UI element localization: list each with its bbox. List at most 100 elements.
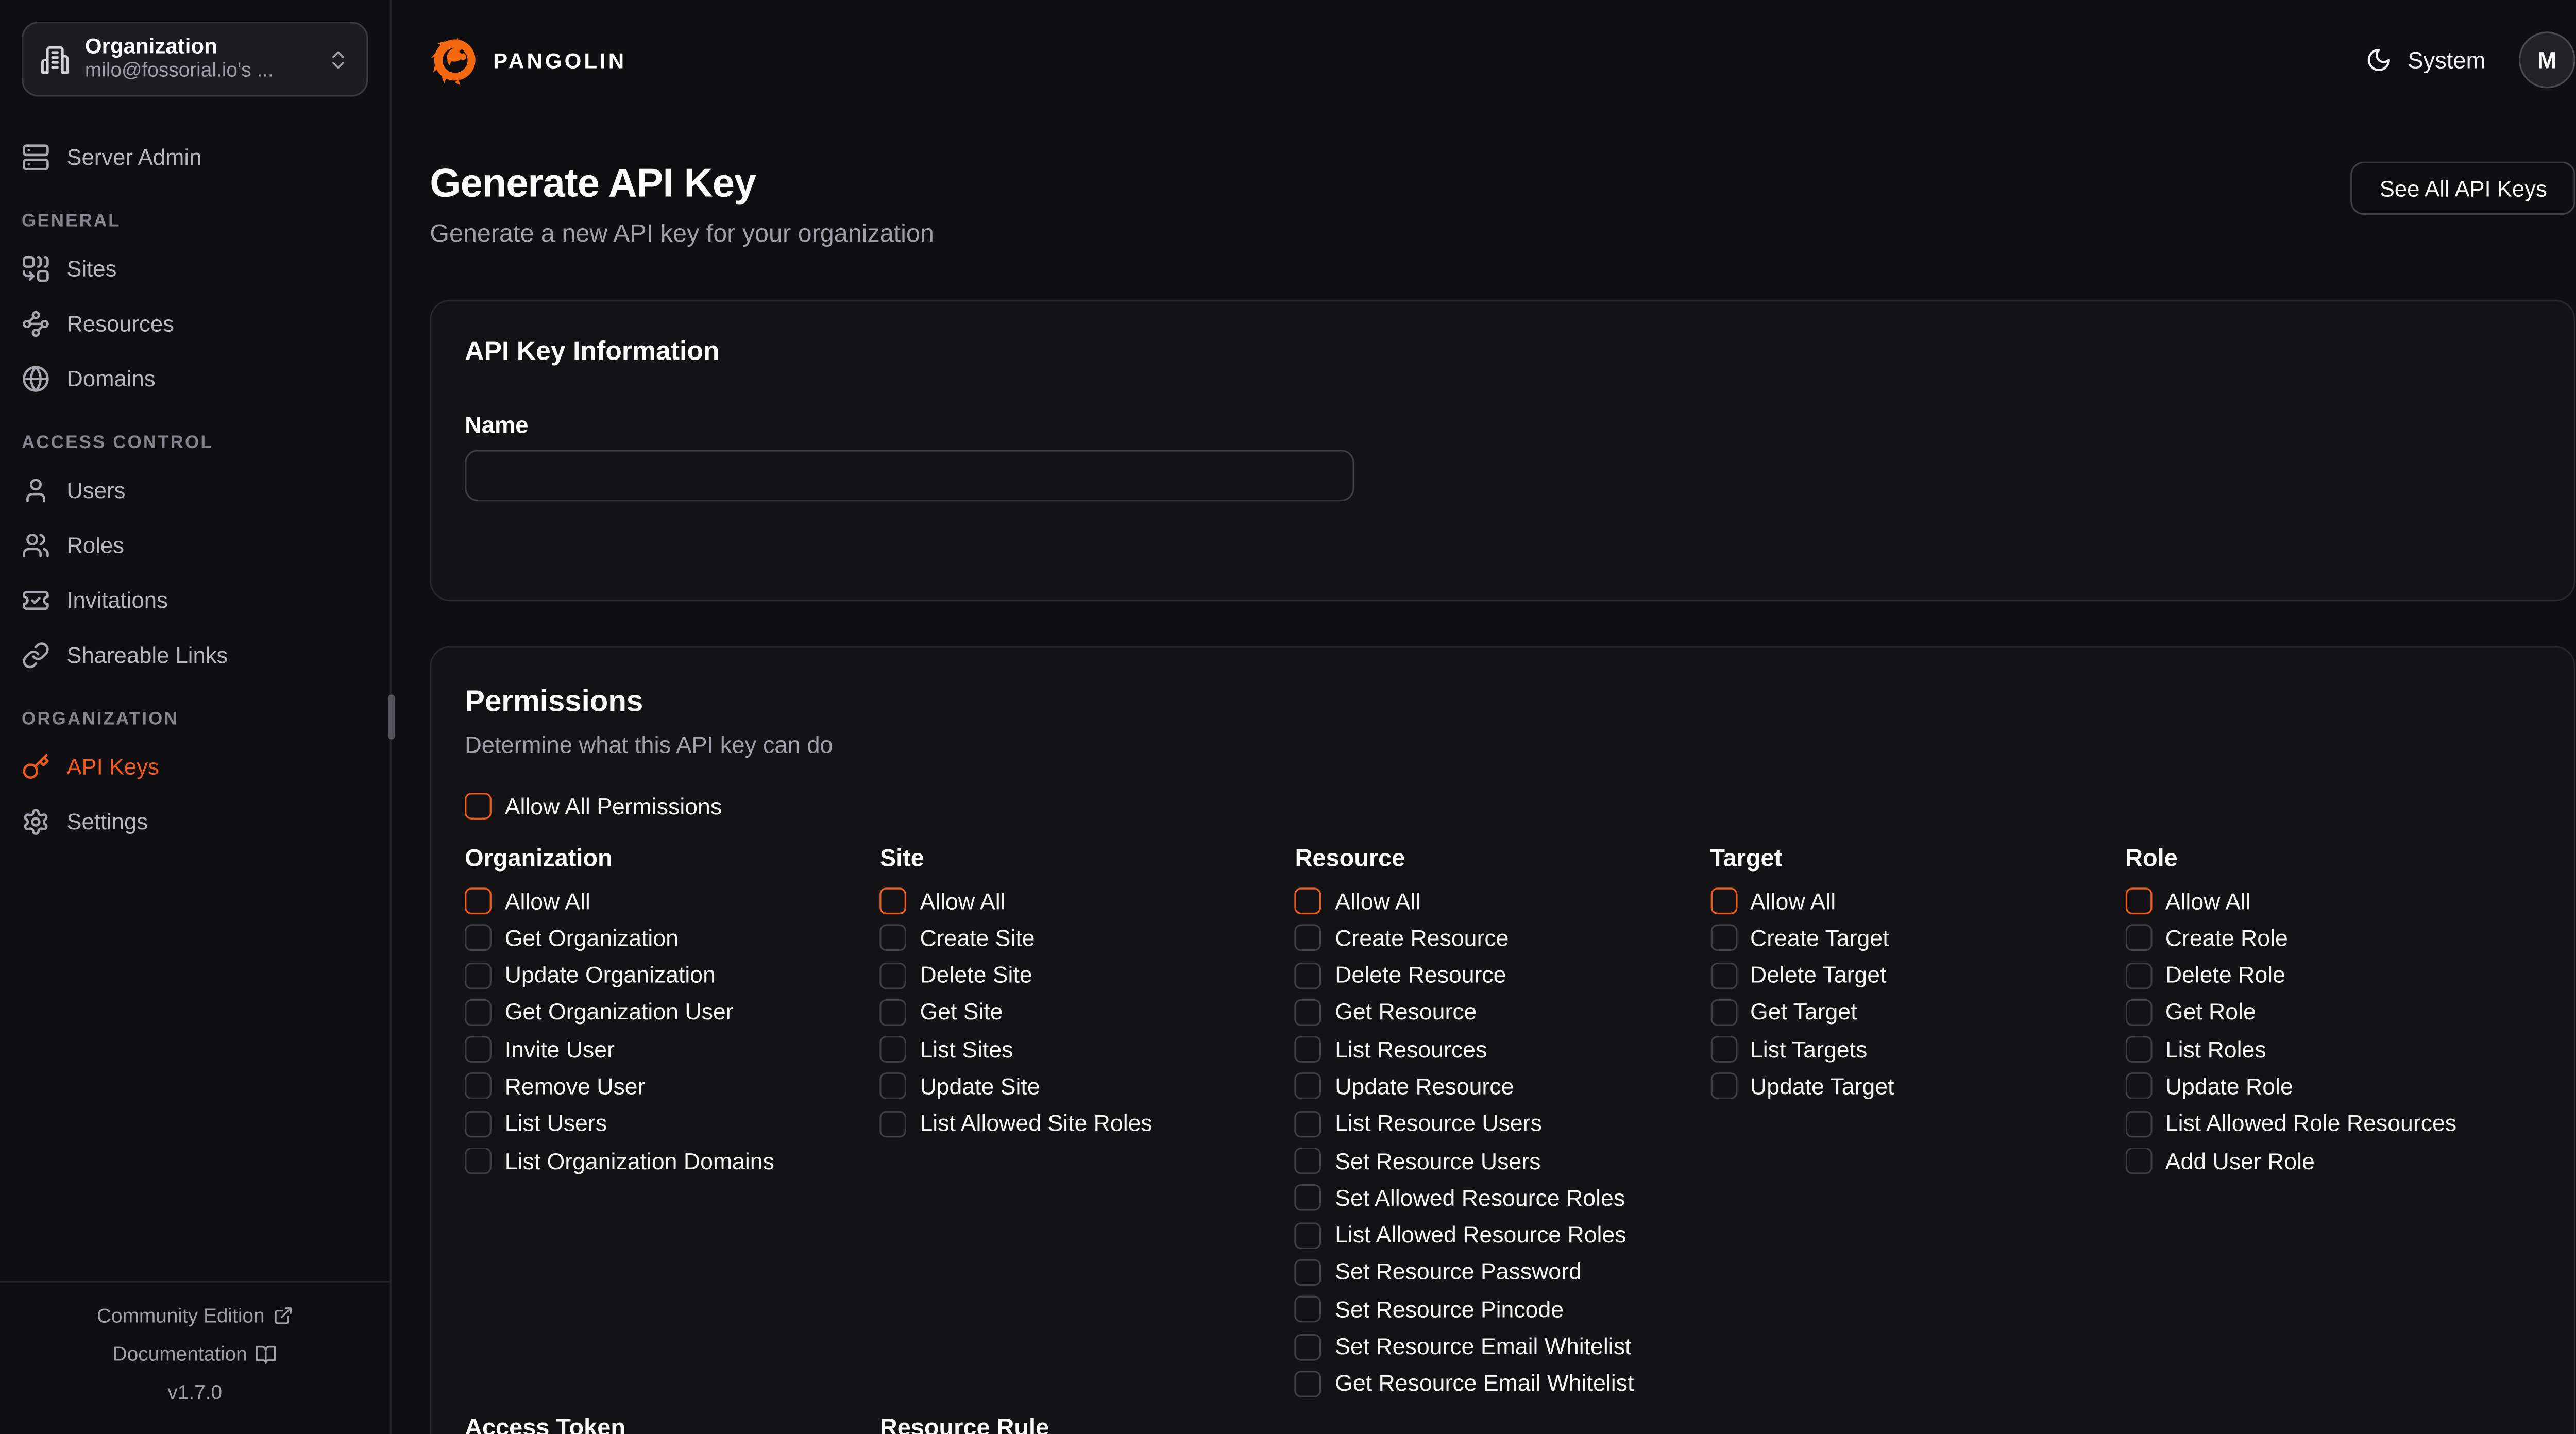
permission-label: List Allowed Role Resources (2165, 1112, 2456, 1137)
checkbox-role-update-role[interactable] (2125, 1073, 2152, 1100)
permission-group-site: SiteAllow AllCreate SiteDelete SiteGet S… (880, 848, 1295, 1408)
permission-group-organization: OrganizationAllow AllGet OrganizationUpd… (465, 848, 880, 1408)
org-selector[interactable]: Organization milo@fossorial.io's ... (22, 22, 368, 97)
checkbox-resource-set-resource-password[interactable] (1295, 1259, 1322, 1286)
checkbox-role-list-allowed-role-resources[interactable] (2125, 1111, 2152, 1137)
checkbox-organization-list-organization-domains[interactable] (465, 1148, 492, 1174)
checkbox-resource-allow-all[interactable] (1295, 887, 1322, 914)
sidebar-resize-handle[interactable] (388, 694, 395, 739)
community-edition-link[interactable]: Community Edition (0, 1303, 390, 1329)
topbar-right: System M (2366, 31, 2575, 88)
brand-name: PANGOLIN (493, 47, 626, 73)
checkbox-site-get-site[interactable] (880, 999, 907, 1026)
sidebar-item-roles[interactable]: Roles (22, 528, 368, 561)
checkbox-role-list-roles[interactable] (2125, 1036, 2152, 1063)
checkbox-resource-set-allowed-resource-roles[interactable] (1295, 1185, 1322, 1211)
org-selector-text: Organization milo@fossorial.io's ... (85, 35, 274, 83)
checkbox-site-list-allowed-site-roles[interactable] (880, 1111, 907, 1137)
checkbox-site-list-sites[interactable] (880, 1036, 907, 1063)
checkbox-organization-get-organization-user[interactable] (465, 999, 492, 1026)
sidebar-item-settings[interactable]: Settings (22, 805, 368, 838)
checkbox-resource-delete-resource[interactable] (1295, 962, 1322, 989)
api-keys-icon (22, 752, 50, 780)
permission-row-organization-list-users: List Users (465, 1111, 880, 1137)
checkbox-resource-set-resource-pincode[interactable] (1295, 1296, 1322, 1323)
documentation-label: Documentation (113, 1342, 247, 1365)
permission-row-role-allow-all: Allow All (2125, 887, 2540, 914)
checkbox-site-create-site[interactable] (880, 925, 907, 951)
permission-label: Get Site (920, 1000, 1003, 1025)
permission-row-organization-remove-user: Remove User (465, 1073, 880, 1100)
permission-label: Allow All (920, 889, 1005, 914)
allow-all-permissions-label: Allow All Permissions (505, 794, 722, 819)
permission-row-organization-get-organization: Get Organization (465, 925, 880, 951)
permission-label: Delete Target (1750, 963, 1887, 988)
permission-group-title: Site (880, 848, 1295, 873)
checkbox-organization-update-organization[interactable] (465, 962, 492, 989)
checkbox-resource-update-resource[interactable] (1295, 1073, 1322, 1100)
permission-row-target-get-target: Get Target (1710, 999, 2125, 1026)
sidebar-item-api-keys[interactable]: API Keys (22, 749, 368, 783)
book-open-icon (256, 1343, 277, 1365)
checkbox-resource-set-resource-users[interactable] (1295, 1148, 1322, 1174)
permission-group-resource-rule: Resource Rule (880, 1418, 1295, 1434)
documentation-link[interactable]: Documentation (0, 1341, 390, 1368)
checkbox-site-update-site[interactable] (880, 1073, 907, 1100)
permission-label: Get Organization User (505, 1000, 734, 1025)
checkbox-organization-allow-all[interactable] (465, 887, 492, 914)
checkbox-site-allow-all[interactable] (880, 887, 907, 914)
permission-label: Get Target (1750, 1000, 1857, 1025)
page-header: Generate API Key Generate a new API key … (430, 162, 2575, 248)
checkbox-resource-get-resource[interactable] (1295, 999, 1322, 1026)
checkbox-role-allow-all[interactable] (2125, 887, 2152, 914)
checkbox-target-list-targets[interactable] (1710, 1036, 1737, 1063)
checkbox-target-delete-target[interactable] (1710, 962, 1737, 989)
checkbox-organization-get-organization[interactable] (465, 925, 492, 951)
checkbox-role-get-role[interactable] (2125, 999, 2152, 1026)
permission-group-resource: ResourceAllow AllCreate ResourceDelete R… (1295, 848, 1710, 1408)
checkbox-resource-list-allowed-resource-roles[interactable] (1295, 1222, 1322, 1249)
checkbox-role-delete-role[interactable] (2125, 962, 2152, 989)
user-avatar[interactable]: M (2519, 31, 2575, 88)
permission-label: Update Site (920, 1074, 1040, 1099)
sidebar-item-label: Settings (66, 809, 148, 834)
checkbox-organization-remove-user[interactable] (465, 1073, 492, 1100)
checkbox-target-create-target[interactable] (1710, 925, 1737, 951)
permission-row-resource-get-resource: Get Resource (1295, 999, 1710, 1026)
checkbox-site-delete-site[interactable] (880, 962, 907, 989)
checkbox-resource-get-resource-email-whitelist[interactable] (1295, 1371, 1322, 1397)
sidebar-item-users[interactable]: Users (22, 473, 368, 506)
checkbox-resource-list-resources[interactable] (1295, 1036, 1322, 1063)
sidebar-item-shareable-links[interactable]: Shareable Links (22, 638, 368, 671)
sidebar-item-sites[interactable]: Sites (22, 251, 368, 285)
permission-row-site-delete-site: Delete Site (880, 962, 1295, 989)
api-key-name-input[interactable] (465, 450, 1354, 501)
checkbox-organization-list-users[interactable] (465, 1111, 492, 1137)
allow-all-permissions-checkbox[interactable] (465, 793, 492, 820)
allow-all-permissions-row: Allow All Permissions (465, 793, 2540, 820)
checkbox-resource-list-resource-users[interactable] (1295, 1111, 1322, 1137)
permission-label: Set Resource Email Whitelist (1335, 1334, 1631, 1359)
checkbox-resource-create-resource[interactable] (1295, 925, 1322, 951)
permission-label: Set Allowed Resource Roles (1335, 1186, 1625, 1211)
permission-row-role-add-user-role: Add User Role (2125, 1148, 2540, 1174)
sidebar-item-label: Domains (66, 366, 155, 391)
server-icon (22, 142, 50, 170)
roles-icon (22, 531, 50, 559)
sidebar-item-server-admin[interactable]: Server Admin (22, 140, 368, 174)
permission-label: List Users (505, 1112, 607, 1137)
checkbox-role-add-user-role[interactable] (2125, 1148, 2152, 1174)
checkbox-organization-invite-user[interactable] (465, 1036, 492, 1063)
sidebar-item-invitations[interactable]: Invitations (22, 583, 368, 617)
sidebar-item-resources[interactable]: Resources (22, 306, 368, 340)
sidebar-item-domains[interactable]: Domains (22, 362, 368, 395)
checkbox-target-update-target[interactable] (1710, 1073, 1737, 1100)
see-all-api-keys-button[interactable]: See All API Keys (2351, 162, 2575, 215)
checkbox-resource-set-resource-email-whitelist[interactable] (1295, 1334, 1322, 1360)
permission-group-title: Organization (465, 848, 880, 873)
theme-toggle[interactable]: System (2366, 47, 2485, 74)
permission-label: Remove User (505, 1074, 646, 1099)
checkbox-target-get-target[interactable] (1710, 999, 1737, 1026)
checkbox-role-create-role[interactable] (2125, 925, 2152, 951)
checkbox-target-allow-all[interactable] (1710, 887, 1737, 914)
